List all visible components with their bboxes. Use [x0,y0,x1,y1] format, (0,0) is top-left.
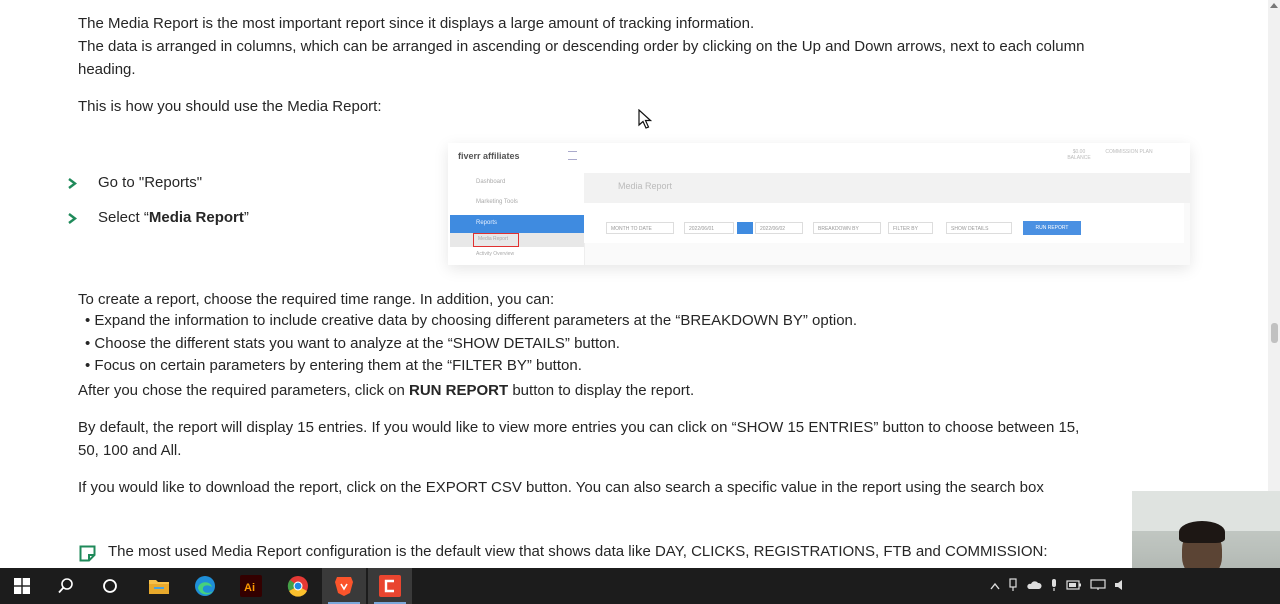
screenshot-sub-item: Activity Overview [476,251,515,257]
screenshot-sidebar-item: Reports [476,220,498,226]
step-media-report: Select “Media Report” [98,209,249,226]
illustrator-icon[interactable]: Ai [229,568,273,604]
chevron-right-icon [68,213,77,224]
bullet-item: • Expand the information to include crea… [85,312,858,329]
windows-taskbar: Ai [0,568,1280,604]
default-entries-line-2: 50, 100 and All. [78,442,182,459]
intro-line-3: heading. [78,61,136,78]
intro-line-2: The data is arranged in columns, which c… [78,38,1085,55]
mouse-cursor-icon [638,108,653,134]
screenshot-filter: 2022/06/01 [684,222,734,234]
screenshot-sidebar: fiverr affiliates Dashboard Marketing To… [448,143,585,265]
note-icon [79,545,96,562]
screenshot-titlebar [584,173,1190,203]
note-line: The most used Media Report configuration… [108,543,1048,560]
chrome-icon[interactable] [276,568,320,604]
bullet-item: • Focus on certain parameters by enterin… [85,357,582,374]
tray-expand-icon[interactable] [990,579,1000,593]
media-report-screenshot-image: fiverr affiliates Dashboard Marketing To… [448,143,1190,265]
download-line: If you would like to download the report… [78,479,1044,496]
microphone-icon[interactable] [1050,578,1058,595]
screenshot-date-separator [737,222,753,234]
chevron-right-icon [68,178,77,189]
webcam-person-hair [1179,521,1225,543]
scroll-up-icon[interactable] [1270,3,1278,8]
screenshot-sidebar-item: Dashboard [476,179,506,185]
network-icon[interactable] [1090,578,1106,594]
windows-start-icon[interactable] [0,568,44,604]
screenshot-page-title: Media Report [618,181,673,191]
screenshot-balance: $0.00 BALANCE [1067,149,1091,161]
task-view-icon[interactable] [88,568,132,604]
scrollbar-thumb[interactable] [1271,323,1278,343]
app-red-icon[interactable] [368,568,412,604]
screenshot-filter: MONTH TO DATE [606,222,674,234]
search-icon[interactable] [44,568,88,604]
edge-browser-icon[interactable] [183,568,227,604]
screenshot-filter: BREAKDOWN BY [813,222,881,234]
screenshot-logo: fiverr affiliates [458,151,520,161]
file-explorer-icon[interactable] [137,568,181,604]
screenshot-commission: COMMISSION PLAN [1105,149,1153,155]
create-intro: To create a report, choose the required … [78,291,555,308]
screenshot-card [584,203,1184,243]
screenshot-filter: FILTER BY [888,222,933,234]
highlight-box [473,233,519,247]
default-entries-line-1: By default, the report will display 15 e… [78,419,1080,436]
volume-icon[interactable] [1114,579,1124,594]
intro-line-1: The Media Report is the most important r… [78,15,755,32]
system-tray [990,568,1124,604]
document-page: The Media Report is the most important r… [0,0,1268,568]
screenshot-topbar: $0.00 BALANCE COMMISSION PLAN [584,143,1190,173]
screenshot-run-button: RUN REPORT [1023,221,1081,235]
screenshot-filter: 2022/06/02 [755,222,803,234]
vertical-scrollbar[interactable] [1268,0,1280,568]
battery-icon[interactable] [1066,579,1082,593]
screenshot-sidebar-item: Marketing Tools [476,199,518,205]
bullet-item: • Choose the different stats you want to… [85,335,620,352]
svg-text:Ai: Ai [244,582,255,594]
usb-icon[interactable] [1008,577,1018,595]
brave-browser-icon[interactable] [322,568,366,604]
screenshot-active-item: Reports [450,215,584,233]
hamburger-icon [568,151,577,160]
step-reports: Go to "Reports" [98,174,203,191]
how-to-use-heading: This is how you should use the Media Rep… [78,98,382,115]
onedrive-icon[interactable] [1026,579,1042,593]
screenshot-filter: SHOW DETAILS [946,222,1012,234]
after-parameters-line: After you chose the required parameters,… [78,382,695,399]
